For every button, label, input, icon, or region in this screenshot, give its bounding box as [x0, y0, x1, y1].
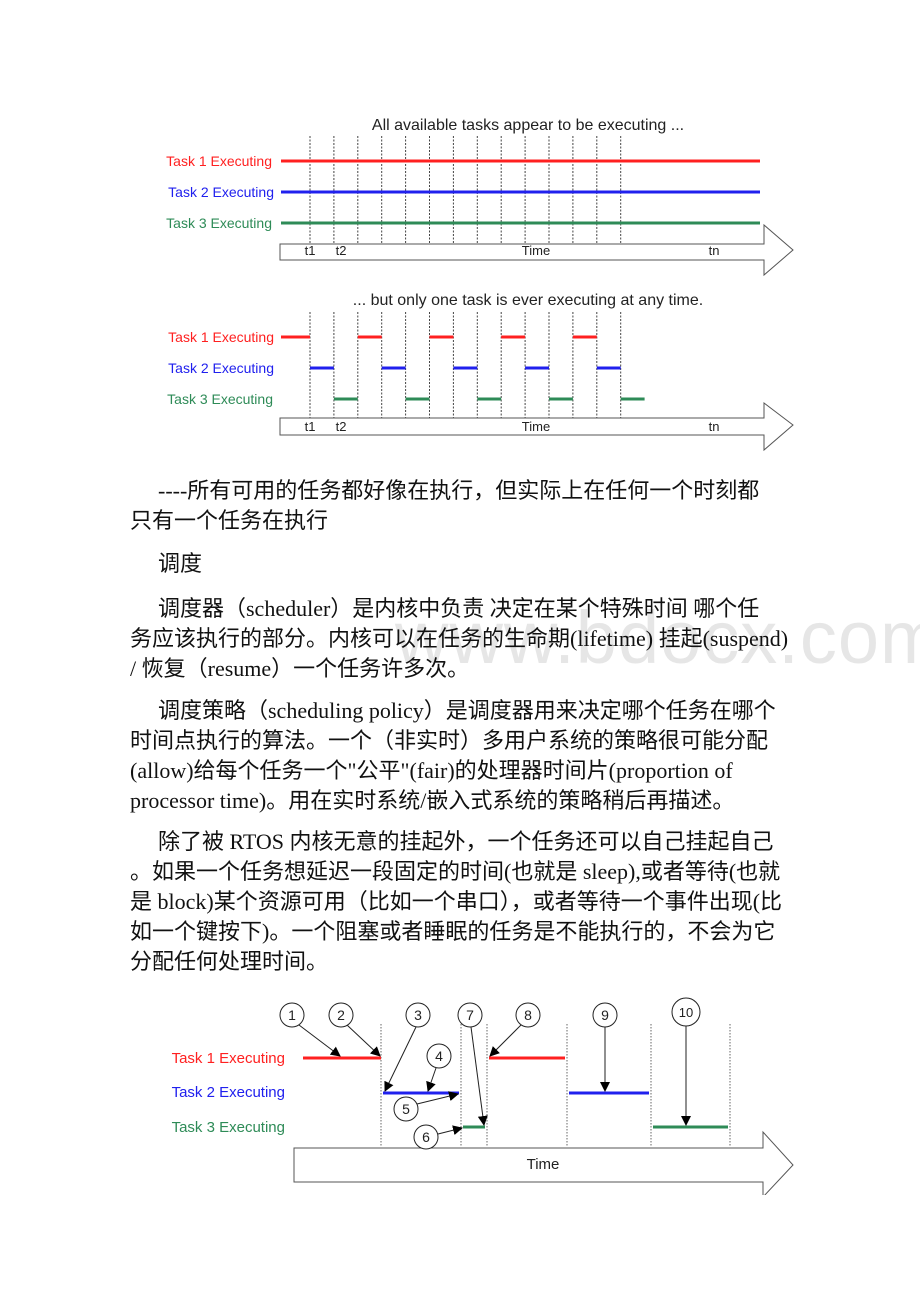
figure1-tick-tn: tn	[709, 243, 720, 258]
figure1-task2-label: Task 2 Executing	[168, 184, 274, 200]
callout-arrow	[298, 1024, 341, 1057]
callout-10: 10	[671, 997, 701, 1126]
svg-text:7: 7	[466, 1007, 474, 1023]
figure1-title: All available tasks appear to be executi…	[372, 117, 684, 134]
callout-5: 5	[393, 1091, 459, 1122]
figure1-axis-label: Time	[522, 243, 550, 258]
figure1-task3-label: Task 3 Executing	[166, 215, 272, 231]
figure2-tick-tn: tn	[709, 419, 720, 434]
svg-text:2: 2	[337, 1007, 345, 1023]
callout-6: 6	[413, 1124, 463, 1150]
svg-text:5: 5	[402, 1101, 410, 1117]
svg-text:9: 9	[601, 1007, 609, 1023]
figure2-task2-label: Task 2 Executing	[168, 360, 274, 376]
figure2-tick-t2: t2	[336, 419, 347, 434]
callout-arrow	[384, 1026, 417, 1092]
figure2-gridlines	[309, 312, 622, 420]
figure3-task3-label: Task 3 Executing	[172, 1119, 285, 1136]
paragraph-line: 是 block)某个资源可用（比如一个串口），或者等待一个事件出现(比	[130, 889, 783, 914]
paragraph-line: 。如果一个任务想延迟一段固定的时间(也就是 sleep),或者等待(也就	[130, 859, 781, 884]
figure2-task1-label: Task 1 Executing	[168, 329, 274, 345]
callout-9: 9	[592, 1002, 618, 1092]
figure1-svg: All available tasks appear to be executi…	[166, 117, 794, 277]
svg-text:4: 4	[435, 1048, 443, 1064]
callout-8: 8	[489, 1002, 541, 1057]
paragraph-line: ----所有可用的任务都好像在执行，但实际上在任何一个时刻都	[158, 478, 760, 503]
paragraph-line: (allow)给每个任务一个"公平"(fair)的处理器时间片(proporti…	[130, 758, 733, 783]
figure-all-tasks-appear-executing: All available tasks appear to be executi…	[140, 100, 820, 280]
paragraph-scheduling-policy: 调度策略（scheduling policy）是调度器用来决定哪个任务在哪个 时…	[130, 696, 820, 816]
paragraph-line: 务应该执行的部分。内核可以在任务的生命期(lifetime) 挂起(suspen…	[130, 626, 789, 651]
svg-text:6: 6	[422, 1129, 430, 1145]
svg-text:10: 10	[679, 1005, 693, 1020]
paragraph-line: processor time)。用在实时系统/嵌入式系统的策略稍后再描述。	[130, 788, 735, 813]
callout-arrow	[416, 1091, 459, 1105]
paragraph-all-tasks-summary: ----所有可用的任务都好像在执行，但实际上在任何一个时刻都 只有一个任务在执行	[130, 476, 820, 536]
callout-arrow	[426, 1067, 437, 1092]
paragraph-task-suspend-self: 除了被 RTOS 内核无意的挂起外，一个任务还可以自己挂起自己 。如果一个任务想…	[130, 827, 820, 977]
heading-text: 调度	[158, 551, 203, 576]
paragraph-line: / 恢复（resume）一个任务许多次。	[130, 656, 470, 681]
paragraph-line: 调度策略（scheduling policy）是调度器用来决定哪个任务在哪个	[158, 698, 776, 723]
paragraph-line: 时间点执行的算法。一个（非实时）多用户系统的策略很可能分配	[130, 728, 769, 753]
callout-arrow	[489, 1024, 522, 1057]
paragraph-line: 除了被 RTOS 内核无意的挂起外，一个任务还可以自己挂起自己	[158, 829, 774, 854]
section-heading-scheduling: 调度	[130, 549, 820, 579]
figure3-svg: Task 1 Executing Task 2 Executing Task 3…	[172, 997, 794, 1195]
paragraph-line: 如一个键按下)。一个阻塞或者睡眠的任务是不能执行的，不会为它	[130, 919, 776, 944]
callout-4: 4	[426, 1043, 452, 1092]
paragraph-scheduler: 调度器（scheduler）是内核中负责 决定在某个特殊时间 哪个任 务应该执行…	[130, 594, 820, 684]
svg-text:1: 1	[288, 1007, 296, 1023]
figure2-bars	[281, 335, 645, 401]
figure-one-task-at-a-time: ... but only one task is ever executing …	[140, 280, 820, 460]
figure2-task3-label: Task 3 Executing	[167, 391, 273, 407]
figure1-task1-label: Task 1 Executing	[166, 153, 272, 169]
paragraph-line: 调度器（scheduler）是内核中负责 决定在某个特殊时间 哪个任	[158, 596, 760, 621]
svg-text:8: 8	[524, 1007, 532, 1023]
figure3-task1-label: Task 1 Executing	[172, 1050, 285, 1067]
figure-task-state-transitions: Task 1 Executing Task 2 Executing Task 3…	[140, 990, 820, 1195]
paragraph-line: 分配任何处理时间。	[130, 949, 329, 974]
figure2-tick-t1: t1	[305, 419, 316, 434]
svg-text:3: 3	[414, 1007, 422, 1023]
paragraph-line: 只有一个任务在执行	[130, 508, 329, 533]
figure1-tick-t1: t1	[305, 243, 316, 258]
figure1-tick-t2: t2	[336, 243, 347, 258]
callout-arrow	[470, 1026, 488, 1126]
callout-arrow	[346, 1024, 381, 1057]
figure3-axis-label: Time	[527, 1156, 560, 1173]
callout-2: 2	[328, 1002, 381, 1057]
callout-arrow	[437, 1125, 463, 1136]
figure2-title: ... but only one task is ever executing …	[353, 292, 703, 309]
callout-3: 3	[384, 1002, 431, 1092]
callout-7: 7	[457, 1002, 488, 1126]
figure2-svg: ... but only one task is ever executing …	[167, 292, 794, 452]
figure3-task2-label: Task 2 Executing	[172, 1084, 285, 1101]
figure2-axis-label: Time	[522, 419, 550, 434]
